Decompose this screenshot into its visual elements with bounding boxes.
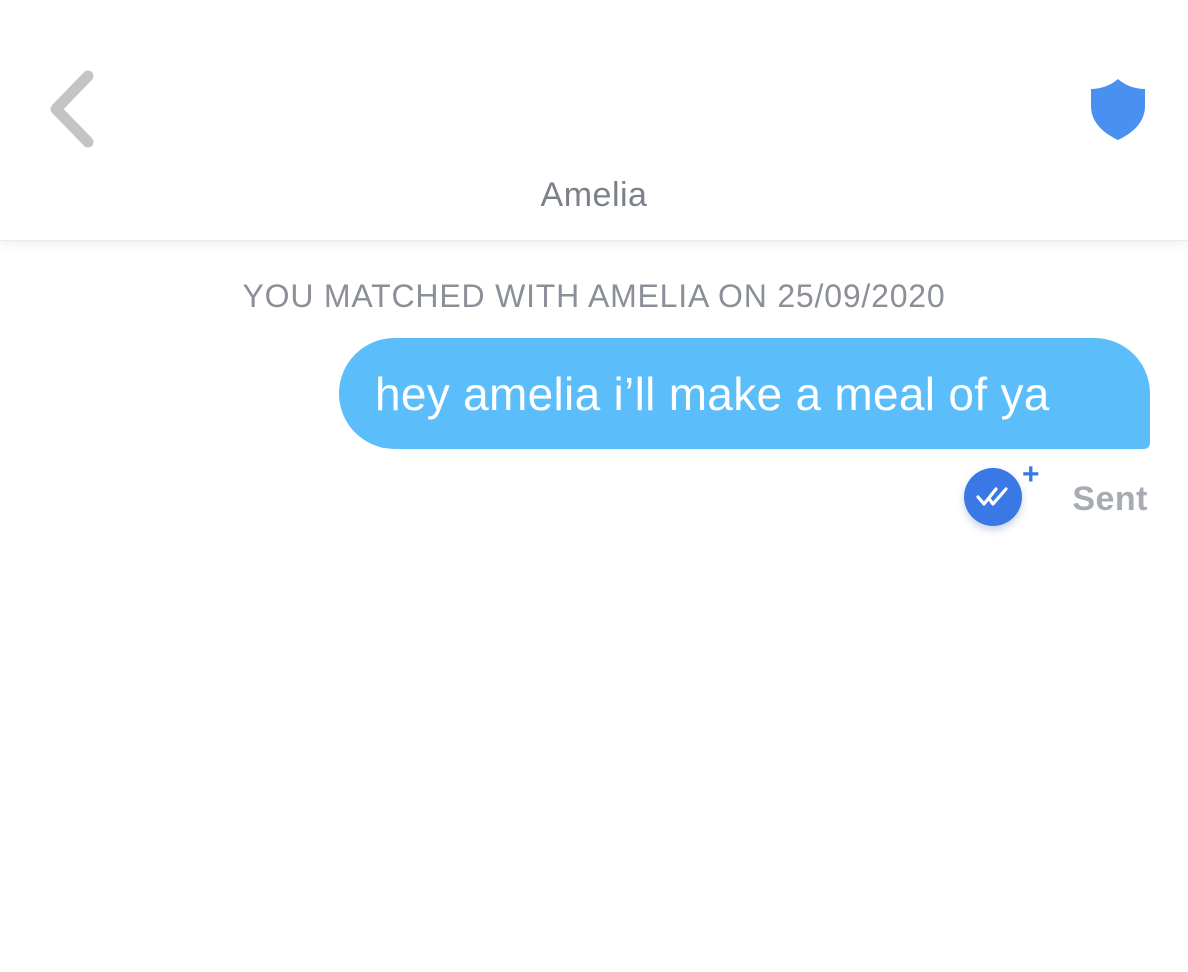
message-status: + Sent xyxy=(960,460,1150,530)
shield-icon xyxy=(1091,79,1145,140)
plus-icon: + xyxy=(1022,458,1040,491)
chat-screen: Amelia YOU MATCHED WITH AMELIA ON 25/09/… xyxy=(0,0,1188,972)
chat-header: Amelia xyxy=(0,0,1188,241)
match-date-banner: YOU MATCHED WITH AMELIA ON 25/09/2020 xyxy=(242,278,946,314)
sent-status-label: Sent xyxy=(1072,480,1148,518)
double-check-icon xyxy=(976,487,1008,506)
chevron-left-icon xyxy=(50,70,94,148)
match-name-title: Amelia xyxy=(540,176,648,214)
back-button[interactable] xyxy=(36,66,108,152)
message-text: hey amelia i’ll make a meal of ya xyxy=(375,367,1050,420)
message-bubble[interactable]: hey amelia i’ll make a meal of ya xyxy=(339,338,1150,449)
safety-toolkit-button[interactable] xyxy=(1082,70,1154,148)
read-receipt-button[interactable] xyxy=(964,468,1022,526)
